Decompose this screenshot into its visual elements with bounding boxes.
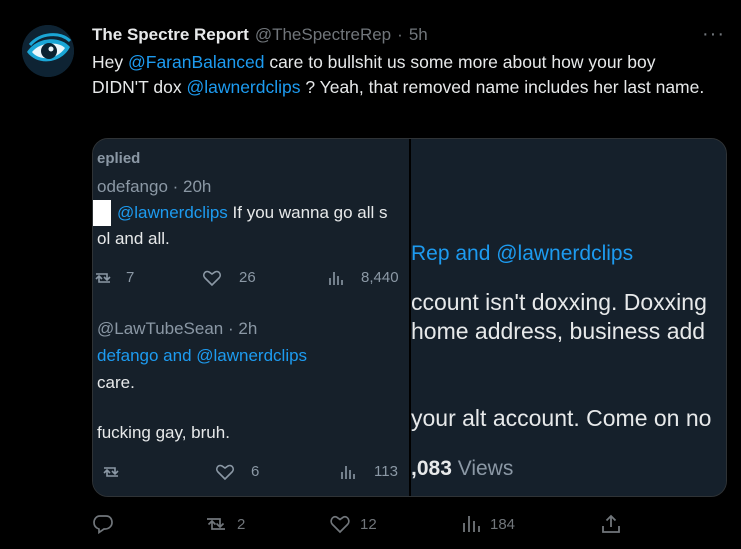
separator-dot: ·: [397, 25, 403, 44]
retweet-icon: [95, 273, 111, 283]
tweet-header: The Spectre Report @TheSpectreRep · 5h: [92, 25, 428, 45]
screenshot-text: home address, business add: [411, 318, 706, 344]
views-bar-chart-icon: [463, 516, 480, 532]
avatar[interactable]: [22, 25, 74, 77]
screenshot-text: care.: [97, 373, 135, 392]
timestamp[interactable]: 5h: [409, 25, 428, 45]
screenshot-replying: defango and @lawnerdclips: [97, 346, 308, 365]
retweet-icon: [103, 467, 119, 477]
screenshot-views: ,083 Views: [411, 457, 513, 481]
views-number: ,083: [411, 457, 452, 480]
heart-icon: [330, 515, 350, 534]
screenshot-text: ol and all.: [97, 229, 170, 248]
screenshot-text: ccount isn't doxxing. Doxxing: [411, 289, 707, 315]
retweet-icon: [207, 518, 225, 530]
views-count: 8,440: [361, 269, 399, 286]
views-count: 184: [490, 515, 516, 533]
media-attachment[interactable]: eplied odefango · 20h @lawnerdclips If y…: [92, 138, 727, 497]
screenshot-author: @LawTubeSean · 2h: [97, 319, 258, 338]
media-image-right[interactable]: Rep and @lawnerdclips ccount isn't doxxi…: [411, 139, 726, 496]
redaction-box: [93, 200, 111, 226]
screenshot-text: @lawnerdclips If you wanna go all s: [117, 203, 388, 223]
views-button[interactable]: 184: [461, 512, 515, 536]
views-count: 113: [374, 463, 398, 480]
tweet-text: Hey @FaranBalanced care to bullshit us s…: [92, 50, 712, 100]
screenshot-text: your alt account. Come on no: [411, 405, 712, 431]
like-button[interactable]: 12: [329, 512, 377, 536]
mention-link[interactable]: @lawnerdclips: [186, 77, 300, 97]
screenshot-text-part: If you wanna go all s: [227, 203, 388, 222]
views-icon: [341, 466, 355, 479]
views-icon: [329, 272, 343, 285]
heart-icon: [215, 464, 235, 481]
retweet-count: 7: [126, 269, 135, 286]
screenshot-actions: 6 113: [93, 461, 409, 483]
like-count: 26: [239, 269, 256, 286]
like-count: 12: [360, 515, 377, 533]
mention-link[interactable]: @FaranBalanced: [128, 52, 264, 72]
views-label: Views: [451, 457, 514, 480]
screenshot-text: fucking gay, bruh.: [97, 423, 230, 442]
media-image-left[interactable]: eplied odefango · 20h @lawnerdclips If y…: [93, 139, 409, 496]
screenshot-replying: Rep and @lawnerdclips: [411, 242, 634, 265]
screenshot-author: odefango · 20h: [97, 177, 212, 196]
share-icon: [602, 514, 620, 533]
text-part: Hey: [92, 52, 128, 72]
reply-icon: [93, 515, 113, 535]
screenshot-replied-text: eplied: [97, 150, 141, 167]
user-handle[interactable]: @TheSpectreRep: [255, 25, 391, 45]
display-name[interactable]: The Spectre Report: [92, 25, 249, 45]
eye-logo-icon: [22, 25, 74, 77]
more-options-icon[interactable]: ···: [702, 23, 725, 46]
reply-button[interactable]: [92, 512, 123, 536]
text-part: ? Yeah, that removed name includes her l…: [300, 77, 705, 97]
retweet-count: 2: [237, 515, 246, 533]
screenshot-actions: 7 26 8,440: [93, 267, 409, 289]
retweet-button[interactable]: 2: [204, 512, 245, 536]
share-button[interactable]: [600, 512, 622, 536]
screenshot-mention: @lawnerdclips: [117, 203, 228, 222]
like-count: 6: [251, 463, 260, 480]
heart-icon: [202, 270, 222, 287]
